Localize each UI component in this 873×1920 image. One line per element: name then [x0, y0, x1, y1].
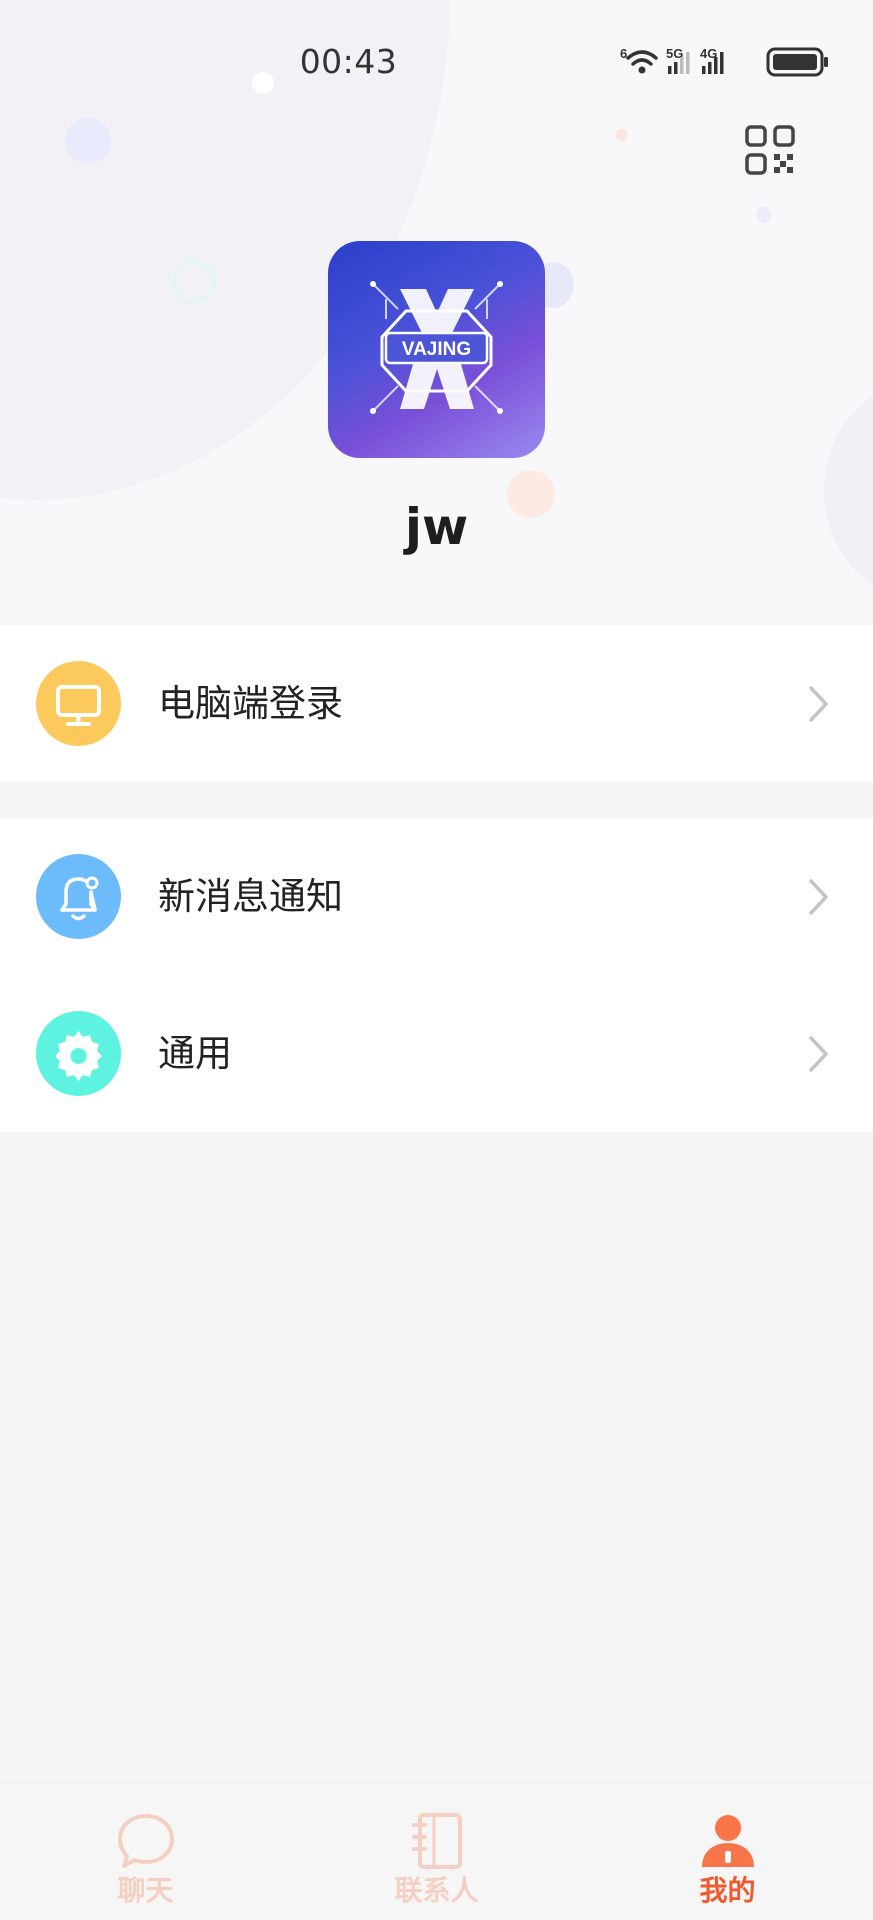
- battery-icon: [766, 47, 828, 77]
- contacts-icon: [412, 1813, 462, 1869]
- background-decoration: [824, 380, 873, 600]
- background-ring: [172, 260, 216, 304]
- tab-profile[interactable]: 我的: [582, 1783, 873, 1920]
- menu-group-pc: 电脑端登录: [0, 625, 873, 782]
- status-bar-time: 00:43: [299, 42, 398, 81]
- status-bar-icons: 6 5G 4G: [620, 44, 830, 80]
- tab-label: 联系人: [394, 1874, 479, 1907]
- tab-label: 聊天: [117, 1874, 174, 1907]
- avatar-logo-icon: VAJING: [370, 281, 503, 414]
- menu-item-label: 电脑端登录: [158, 682, 343, 725]
- profile-icon: [702, 1815, 754, 1867]
- tab-chat[interactable]: 聊天: [0, 1783, 291, 1920]
- background-dot: [65, 118, 111, 164]
- monitor-icon: [36, 661, 121, 746]
- bell-icon: [36, 854, 121, 939]
- svg-text:6: 6: [620, 46, 627, 61]
- background-dot: [616, 129, 628, 141]
- qr-code-icon: [745, 125, 795, 175]
- menu-item-notifications[interactable]: 新消息通知: [0, 818, 873, 975]
- menu-item-general[interactable]: 通用: [0, 975, 873, 1132]
- wifi-icon: 6: [620, 46, 658, 74]
- qr-code-button[interactable]: [744, 124, 796, 176]
- chevron-right-icon: [809, 1036, 828, 1072]
- signal-5g-icon: 5G: [666, 46, 690, 74]
- background-dot: [756, 207, 772, 223]
- menu-item-label: 通用: [158, 1032, 232, 1075]
- tab-contacts[interactable]: 联系人: [291, 1783, 582, 1920]
- avatar-logo-text: VAJING: [402, 339, 471, 360]
- username: jw: [404, 498, 469, 556]
- chevron-right-icon: [809, 686, 828, 722]
- chat-icon: [118, 1814, 174, 1868]
- menu-item-pc-login[interactable]: 电脑端登录: [0, 625, 873, 782]
- bottom-tab-bar: 聊天 联系人 我的: [0, 1782, 873, 1920]
- profile-page: 00:43 6 5G 4G VAJING jw 电脑端登录 新消息通知 通用 聊…: [0, 0, 873, 1920]
- tab-label: 我的: [699, 1874, 756, 1907]
- avatar[interactable]: VAJING: [328, 241, 545, 458]
- profile-header: 00:43 6 5G 4G VAJING jw: [0, 0, 873, 625]
- gear-icon: [36, 1011, 121, 1096]
- signal-4g-icon: 4G: [700, 46, 724, 74]
- menu-group-settings: 新消息通知 通用: [0, 818, 873, 1132]
- status-icons-svg: 6 5G 4G: [620, 46, 828, 77]
- chevron-right-icon: [809, 879, 828, 915]
- menu-item-label: 新消息通知: [158, 875, 343, 918]
